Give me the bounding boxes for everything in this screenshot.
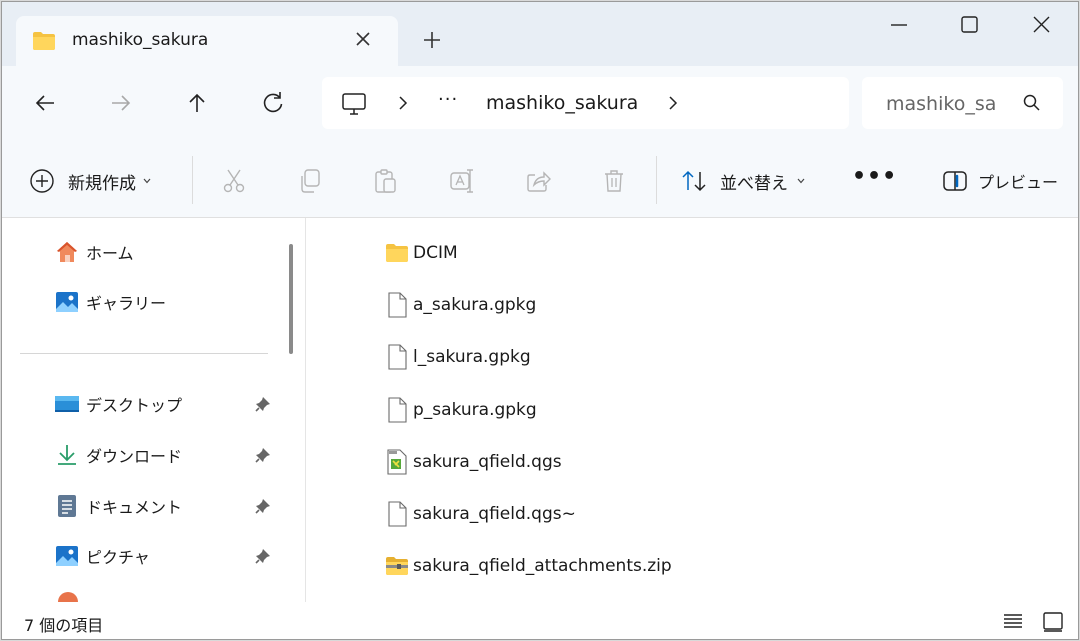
file-name: a_sakura.gpkg [413, 295, 537, 315]
address-row: ··· mashiko_sakura mashiko_sa [2, 66, 1078, 142]
file-icon [385, 397, 409, 423]
sidebar-item-desktop[interactable]: デスクトップ [54, 388, 284, 420]
maximize-icon[interactable] [946, 10, 992, 40]
plus-circle-icon [30, 169, 54, 193]
pictures-icon [54, 543, 80, 569]
address-bar[interactable]: ··· mashiko_sakura [322, 77, 849, 129]
pin-icon[interactable] [254, 547, 272, 565]
rename-icon[interactable] [448, 167, 476, 195]
sidebar-divider [20, 353, 268, 354]
sort-button[interactable]: 並べ替え [680, 166, 806, 196]
preview-pane-button[interactable]: プレビュー [942, 166, 1058, 196]
file-list: DCIM a_sakura.gpkg l_sakura.gpkg p_sakur… [307, 218, 1078, 602]
file-name: DCIM [413, 243, 458, 263]
chevron-right-icon[interactable] [396, 94, 410, 112]
new-button[interactable]: 新規作成 [28, 166, 152, 196]
zip-folder-icon [385, 553, 409, 579]
file-name: l_sakura.gpkg [413, 347, 531, 367]
file-name: sakura_qfield.qgs~ [413, 504, 576, 524]
search-placeholder: mashiko_sa [886, 93, 996, 115]
gallery-icon [54, 289, 80, 315]
sidebar-item-label: デスクトップ [86, 396, 183, 415]
sidebar-item-home[interactable]: ホーム [54, 236, 284, 268]
sidebar-item-label: ホーム [86, 244, 134, 263]
list-item[interactable]: a_sakura.gpkg [385, 288, 985, 322]
share-icon[interactable] [524, 167, 552, 195]
this-pc-icon [342, 93, 366, 115]
file-icon [385, 292, 409, 318]
new-button-label: 新規作成 [68, 173, 136, 194]
sort-button-label: 並べ替え [720, 173, 788, 194]
toolbar-separator [192, 156, 193, 204]
breadcrumb-overflow[interactable]: ··· [438, 89, 458, 110]
breadcrumb-current[interactable]: mashiko_sakura [486, 92, 638, 114]
file-name: sakura_qfield_attachments.zip [413, 556, 672, 576]
sidebar-scrollbar[interactable] [289, 244, 293, 354]
chevron-down-icon [143, 178, 151, 184]
list-item[interactable]: p_sakura.gpkg [385, 393, 985, 427]
sidebar-item-label: ピクチャ [86, 548, 150, 567]
item-count: 7 個の項目 [24, 616, 104, 635]
file-explorer-window: mashiko_sakura ··· mashiko_sakura mashik… [1, 1, 1079, 640]
qgis-project-icon [385, 449, 409, 475]
new-tab-icon[interactable] [418, 26, 446, 54]
tab-mashiko-sakura[interactable]: mashiko_sakura [16, 16, 398, 66]
sidebar-item-documents[interactable]: ドキュメント [54, 490, 284, 522]
large-icons-view-icon[interactable] [1042, 611, 1064, 633]
paste-icon[interactable] [372, 167, 400, 195]
close-tab-icon[interactable] [350, 26, 376, 52]
list-item[interactable]: sakura_qfield_attachments.zip [385, 549, 985, 583]
search-icon [1023, 94, 1040, 111]
sidebar-item-gallery[interactable]: ギャラリー [54, 286, 284, 318]
sidebar-item-downloads[interactable]: ダウンロード [54, 439, 284, 471]
copy-icon[interactable] [296, 167, 324, 195]
title-bar: mashiko_sakura [2, 2, 1078, 66]
list-item[interactable]: sakura_qfield.qgs~ [385, 497, 985, 531]
more-options-button[interactable]: ••• [852, 164, 897, 189]
list-item[interactable]: l_sakura.gpkg [385, 340, 985, 374]
command-bar: 新規作成 並べ替え ••• プレビュー [2, 142, 1078, 218]
desktop-icon [54, 391, 80, 417]
details-view-icon[interactable] [1002, 611, 1024, 631]
cut-icon[interactable] [220, 167, 248, 195]
status-bar: 7 個の項目 [2, 602, 1078, 639]
preview-label: プレビュー [978, 173, 1059, 192]
file-name: p_sakura.gpkg [413, 400, 537, 420]
chevron-down-icon [797, 178, 805, 184]
folder-icon [33, 32, 55, 50]
file-icon [385, 501, 409, 527]
pin-icon[interactable] [254, 446, 272, 464]
minimize-icon[interactable] [876, 10, 922, 40]
search-input[interactable]: mashiko_sa [862, 77, 1063, 129]
sidebar-item-label: ダウンロード [86, 447, 183, 466]
pin-icon[interactable] [254, 497, 272, 515]
delete-icon[interactable] [600, 167, 628, 195]
pin-icon[interactable] [254, 395, 272, 413]
list-item[interactable]: DCIM [385, 236, 985, 270]
toolbar-separator [656, 156, 657, 204]
close-window-icon[interactable] [1018, 10, 1064, 40]
sidebar-item-label: ドキュメント [86, 498, 183, 517]
sidebar-item-label: ギャラリー [86, 294, 167, 313]
sidebar-item-pictures[interactable]: ピクチャ [54, 540, 284, 572]
download-icon [54, 442, 80, 468]
navigation-pane: ホーム ギャラリー デスクトップ ダウンロード ドキュメント ピクチャ [2, 218, 306, 612]
file-icon [385, 344, 409, 370]
sort-icon [682, 170, 706, 192]
folder-icon [385, 240, 409, 266]
forward-arrow-icon[interactable] [104, 86, 138, 120]
back-arrow-icon[interactable] [28, 86, 62, 120]
tab-label: mashiko_sakura [72, 30, 209, 50]
list-item[interactable]: sakura_qfield.qgs [385, 445, 985, 479]
preview-pane-icon [943, 171, 967, 191]
chevron-right-icon[interactable] [666, 94, 680, 112]
document-icon [54, 493, 80, 519]
home-icon [54, 239, 80, 265]
refresh-icon[interactable] [256, 86, 290, 120]
file-name: sakura_qfield.qgs [413, 452, 562, 472]
up-arrow-icon[interactable] [180, 86, 214, 120]
